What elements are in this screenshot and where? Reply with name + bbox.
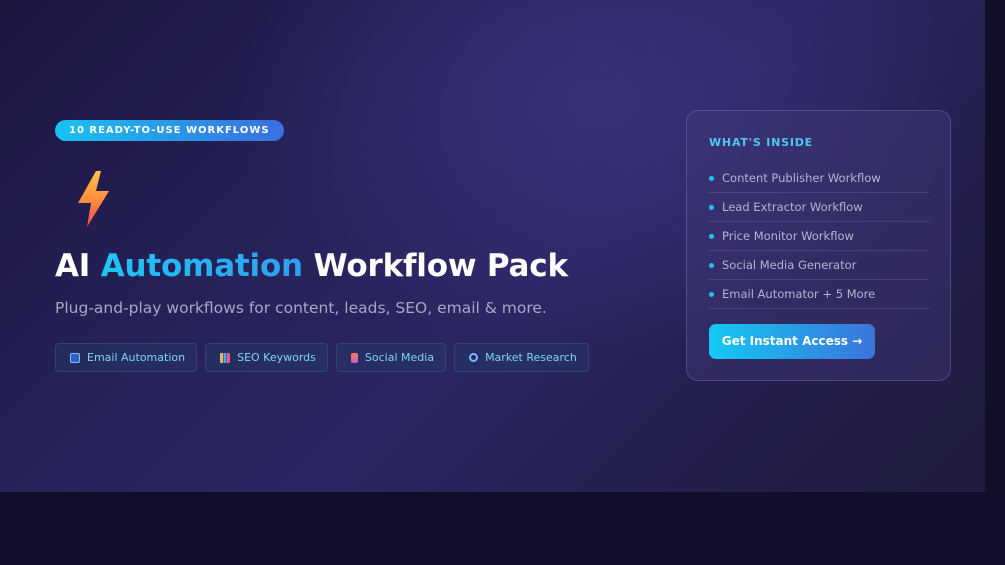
list-item: Lead Extractor Workflow [709,193,929,222]
tag-label: SEO Keywords [237,351,316,364]
bullet-icon [709,233,714,239]
whats-inside-card: WHAT'S INSIDE Content Publisher Workflow… [686,110,951,381]
page-title: AI Automation Workflow Pack [55,244,568,288]
card-heading: WHAT'S INSIDE [709,136,813,149]
list-item-label: Social Media Generator [722,258,857,272]
list-item: Social Media Generator [709,251,929,280]
tag-label: Market Research [485,351,577,364]
get-instant-access-button[interactable]: Get Instant Access → [709,324,875,359]
tag-email-automation[interactable]: Email Automation [55,343,198,372]
email-icon [70,352,80,363]
chart-icon [220,352,231,363]
workflow-count-badge: 10 READY-TO-USE WORKFLOWS [55,120,284,141]
hero-section: 10 READY-TO-USE WORKFLOWS AI Automation … [0,0,985,492]
list-item: Content Publisher Workflow [709,164,929,193]
social-media-icon [350,352,358,363]
tag-market-research[interactable]: Market Research [454,343,589,372]
right-edge-strip [985,0,1005,492]
page-subtitle: Plug-and-play workflows for content, lea… [55,299,547,317]
list-item-label: Price Monitor Workflow [722,229,854,243]
list-item-label: Content Publisher Workflow [722,171,881,185]
feature-tags: Email Automation SEO Keywords Social Med… [55,343,589,372]
bullet-icon [709,262,714,268]
bullet-icon [709,175,714,181]
list-item: Price Monitor Workflow [709,222,929,251]
lightning-bolt-icon [78,171,109,227]
contents-list: Content Publisher Workflow Lead Extracto… [709,164,929,309]
title-prefix: AI [55,248,101,284]
tag-label: Email Automation [87,351,186,364]
list-item-label: Email Automator + 5 More [722,287,876,301]
tag-label: Social Media [364,351,435,364]
tag-social-media[interactable]: Social Media [335,343,447,372]
bullet-icon [709,291,714,297]
list-item: Email Automator + 5 More [709,280,929,309]
title-suffix: Workflow Pack [302,248,569,284]
bullet-icon [709,204,714,210]
magnifier-icon [469,353,479,362]
page: 10 READY-TO-USE WORKFLOWS AI Automation … [0,0,1005,565]
tag-seo-keywords[interactable]: SEO Keywords [205,343,328,372]
list-item-label: Lead Extractor Workflow [722,200,863,214]
title-accent: Automation [100,248,303,284]
